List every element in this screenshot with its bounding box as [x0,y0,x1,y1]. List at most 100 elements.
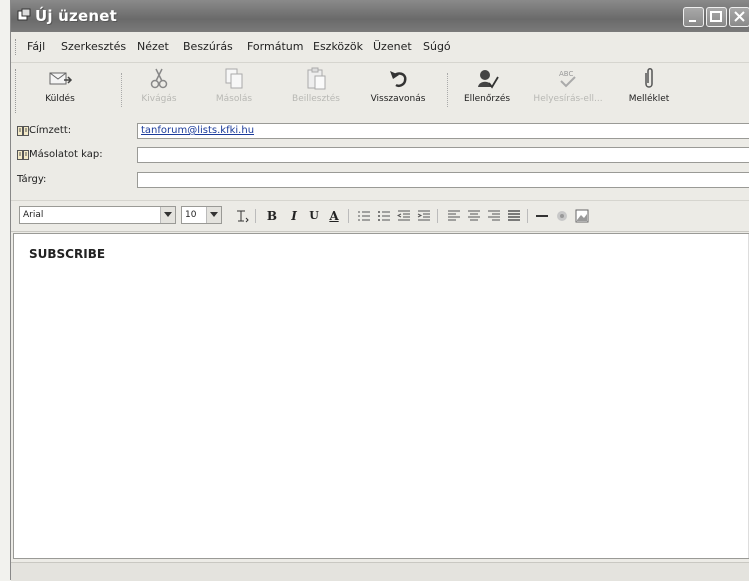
menu-file[interactable]: Fájl [27,40,45,53]
increase-indent-button[interactable] [415,207,433,225]
address-book-icon[interactable] [17,150,29,160]
font-size: 10 [185,210,197,220]
send-label: Küldés [45,94,75,104]
justify-icon [508,210,520,221]
spelling-label: Helyesírás-ell... [533,94,603,104]
to-label[interactable]: Címzett: [29,125,71,136]
minimize-button[interactable] [683,7,704,27]
cc-row: Másolatot kap: [11,146,749,166]
font-select[interactable]: Arial [19,206,176,224]
attach-label: Melléklet [628,94,670,104]
paperclip-icon [645,68,653,88]
menu-bar: Fájl Szerkesztés Nézet Beszúrás Formátum… [11,36,749,58]
format-separator [527,209,529,223]
formatting-toolbar: Arial 10 B I U A [11,200,749,232]
to-row: Címzett: tanforum@lists.kfki.hu [11,122,749,142]
close-icon [734,11,745,22]
scissors-icon [150,68,168,89]
undo-label: Visszavonás [370,94,426,104]
spelling-button[interactable]: ABC Helyesírás-ell... [527,67,609,115]
format-separator [255,209,257,223]
paste-icon [307,67,326,90]
paste-label: Beillesztés [292,94,340,104]
spelling-icon: ABC [559,70,576,88]
font-color-button[interactable]: A [325,207,343,225]
attach-button[interactable]: Melléklet [619,67,679,115]
cc-label[interactable]: Másolatot kap: [29,149,103,160]
svg-text:ABC: ABC [559,70,573,78]
insert-picture-button[interactable] [573,207,591,225]
status-bar [11,562,749,581]
title-bar: Új üzenet [11,0,749,32]
bullet-list-icon [378,211,390,221]
menu-format[interactable]: Formátum [247,40,303,53]
align-center-icon [468,210,480,221]
numbered-list-icon [358,211,370,221]
paragraph-style-button[interactable] [233,207,251,225]
menu-tools[interactable]: Eszközök [313,40,363,53]
toolbar-separator [447,73,449,107]
decrease-indent-icon [397,210,410,221]
cut-button[interactable]: Kivágás [131,67,187,115]
main-toolbar: Küldés Kivágás Másolás Beillesztés Vissz… [11,62,749,119]
copy-button[interactable]: Másolás [206,67,262,115]
align-left-button[interactable] [445,207,463,225]
hyperlink-icon [557,211,567,221]
justify-button[interactable] [505,207,523,225]
minimize-icon [689,20,696,22]
cc-field[interactable] [137,147,749,163]
align-center-button[interactable] [465,207,483,225]
size-dropdown-arrow[interactable] [206,207,221,223]
font-size-select[interactable]: 10 [181,206,222,224]
message-window: Új üzenet Fájl Szerkesztés Nézet Beszúrá… [10,0,749,581]
decrease-indent-button[interactable] [395,207,413,225]
subject-field[interactable] [137,172,749,188]
check-names-label: Ellenőrzés [463,94,511,104]
increase-indent-icon [417,210,430,221]
format-separator [348,209,350,223]
subject-label: Tárgy: [17,174,47,185]
copy-icon [225,68,243,89]
chevron-down-icon [164,212,172,217]
message-body-text: SUBSCRIBE [29,247,106,261]
maximize-button[interactable] [706,7,727,27]
align-right-icon [488,210,500,221]
toolbar-grip[interactable] [15,69,19,113]
font-name: Arial [23,210,44,220]
menubar-grip[interactable] [15,39,19,55]
numbered-list-button[interactable] [355,207,373,225]
undo-icon [390,71,407,88]
undo-button[interactable]: Visszavonás [359,67,437,115]
cut-label: Kivágás [141,94,177,104]
menu-help[interactable]: Súgó [423,40,451,53]
align-right-button[interactable] [485,207,503,225]
align-left-icon [448,210,460,221]
hyperlink-button[interactable] [553,207,571,225]
italic-button[interactable]: I [285,207,303,225]
subject-row: Tárgy: [11,171,749,191]
font-dropdown-arrow[interactable] [160,207,175,223]
bold-button[interactable]: B [263,207,281,225]
window-title: Új üzenet [35,7,117,25]
menu-insert[interactable]: Beszúrás [183,40,233,53]
underline-button[interactable]: U [305,207,323,225]
horizontal-line-icon [536,215,548,217]
copy-label: Másolás [215,94,253,104]
horizontal-line-button[interactable] [533,207,551,225]
to-field[interactable]: tanforum@lists.kfki.hu [137,123,749,139]
toolbar-separator [121,73,123,107]
close-button[interactable] [729,7,749,27]
menu-view[interactable]: Nézet [137,40,169,53]
paste-button[interactable]: Beillesztés [285,67,347,115]
paragraph-style-icon [237,210,249,223]
menu-edit[interactable]: Szerkesztés [61,40,126,53]
chevron-down-icon [210,212,218,217]
message-body[interactable]: SUBSCRIBE [13,233,749,559]
bullet-list-button[interactable] [375,207,393,225]
check-names-button[interactable]: Ellenőrzés [455,67,519,115]
check-names-icon [478,70,499,89]
menu-message[interactable]: Üzenet [373,40,412,53]
format-separator [437,209,439,223]
address-book-icon[interactable] [17,126,29,136]
send-button[interactable]: Küldés [29,67,91,115]
